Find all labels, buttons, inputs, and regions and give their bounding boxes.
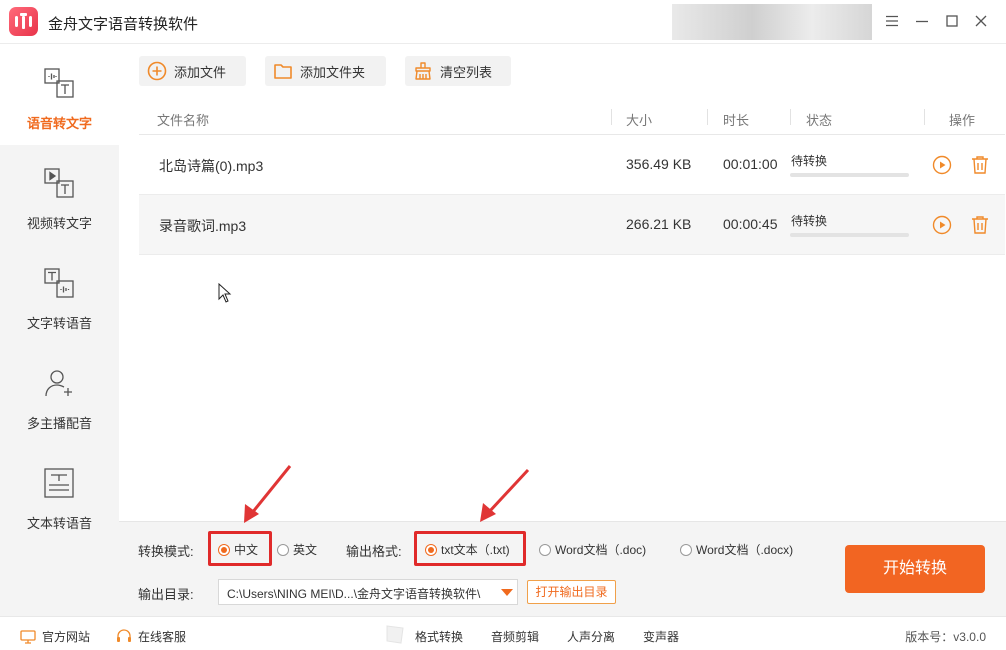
file-name: 北岛诗篇(0).mp3: [159, 158, 264, 174]
footer-link-label: 格式转换: [415, 630, 464, 644]
mode-label: 转换模式:: [138, 544, 194, 559]
sidebar-item-audio-to-text[interactable]: 语音转文字: [0, 45, 119, 145]
file-table-header: 文件名称 大小 时长 状态 操作: [139, 100, 1005, 135]
format-option-label: Word文档（.docx): [696, 543, 794, 557]
radio-dot-icon: [539, 543, 551, 556]
app-title: 金舟文字语音转换软件: [48, 16, 199, 33]
mouse-cursor-icon: [218, 283, 232, 303]
start-convert-button[interactable]: 开始转换: [845, 545, 985, 593]
footer-link-voice-changer[interactable]: 变声器: [643, 628, 679, 645]
online-support-link[interactable]: 在线客服: [116, 628, 186, 645]
website-label: 官方网站: [42, 630, 91, 644]
sidebar-item-document-to-audio[interactable]: 文本转语音: [0, 445, 119, 545]
annotation-arrow-line: [487, 468, 530, 514]
audio-to-text-icon: [43, 67, 75, 99]
radio-dot-icon: [680, 543, 692, 556]
delete-icon[interactable]: [971, 155, 989, 178]
delete-icon[interactable]: [971, 215, 989, 238]
file-size: 356.49 KB: [626, 156, 692, 172]
column-header-status: 状态: [806, 113, 833, 128]
column-divider: [924, 109, 925, 125]
app-logo-icon: [9, 7, 38, 36]
text-to-audio-icon: [43, 267, 75, 299]
footer-link-label: 变声器: [643, 630, 680, 644]
dropdown-arrow-icon[interactable]: [501, 589, 513, 596]
add-file-label: 添加文件: [174, 64, 227, 80]
headset-icon: [117, 629, 131, 642]
minimize-icon[interactable]: [911, 10, 933, 32]
sidebar: 语音转文字 视频转文字 文字转语音 多主播配音 文本转语音: [0, 45, 119, 616]
column-divider: [790, 109, 791, 125]
column-header-name: 文件名称: [157, 113, 210, 128]
play-icon[interactable]: [932, 215, 952, 238]
play-icon[interactable]: [932, 155, 952, 178]
support-label: 在线客服: [138, 630, 187, 644]
mode-option-label: 英文: [293, 543, 318, 557]
output-dir-select[interactable]: C:\Users\NING MEI\D...\金舟文字语音转换软件\: [218, 579, 518, 605]
column-divider: [611, 109, 612, 125]
sidebar-item-label: 视频转文字: [26, 216, 92, 231]
column-divider: [707, 109, 708, 125]
sidebar-item-label: 多主播配音: [26, 416, 92, 431]
file-duration: 00:01:00: [723, 156, 778, 172]
close-icon[interactable]: [970, 10, 992, 32]
footer-link-label: 人声分离: [567, 630, 616, 644]
version-label: 版本号：v3.0.0: [905, 630, 986, 644]
table-row[interactable]: 录音歌词.mp3 266.21 KB 00:00:45 待转换: [139, 195, 1005, 255]
column-header-size: 大小: [626, 113, 653, 128]
file-duration: 00:00:45: [723, 216, 778, 232]
add-circle-icon: [147, 61, 167, 81]
broom-icon: [415, 62, 431, 80]
sidebar-item-label: 文字转语音: [26, 316, 92, 331]
blurred-account-area: [672, 4, 872, 40]
highlight-box: [208, 531, 272, 566]
maximize-icon[interactable]: [941, 10, 963, 32]
format-label: 输出格式:: [346, 544, 402, 559]
clear-list-button[interactable]: 清空列表: [405, 56, 511, 86]
column-header-actions: 操作: [949, 113, 976, 128]
file-size: 266.21 KB: [626, 216, 692, 232]
watermark-logo-icon: [386, 625, 404, 644]
output-dir-label: 输出目录:: [138, 587, 194, 602]
menu-icon[interactable]: [881, 10, 903, 32]
annotation-arrow-line: [250, 465, 292, 514]
sidebar-item-video-to-text[interactable]: 视频转文字: [0, 145, 119, 245]
format-radio-docx[interactable]: Word文档（.docx): [680, 541, 793, 558]
multi-voice-icon: [43, 367, 75, 399]
sidebar-item-multi-voice[interactable]: 多主播配音: [0, 345, 119, 445]
table-row[interactable]: 北岛诗篇(0).mp3 356.49 KB 00:01:00 待转换: [139, 135, 1005, 195]
conversion-progress-bar: [790, 233, 909, 237]
add-folder-label: 添加文件夹: [300, 64, 366, 80]
document-to-audio-icon: [43, 467, 75, 499]
monitor-icon: [20, 629, 36, 644]
footer: 官方网站 在线客服 格式转换 音频剪辑 人声分离 变声器 版本号：v3.0.0: [0, 616, 1006, 650]
folder-icon: [274, 64, 292, 79]
format-radio-doc[interactable]: Word文档（.doc): [539, 541, 646, 558]
format-option-label: Word文档（.doc): [555, 543, 647, 557]
mode-radio-english[interactable]: 英文: [277, 541, 317, 558]
file-status: 待转换: [791, 154, 828, 168]
sidebar-item-label: 语音转文字: [26, 116, 92, 131]
radio-dot-icon: [277, 543, 289, 556]
sidebar-item-text-to-audio[interactable]: 文字转语音: [0, 245, 119, 345]
file-name: 录音歌词.mp3: [159, 218, 247, 234]
file-status: 待转换: [791, 214, 828, 228]
column-header-duration: 时长: [723, 113, 750, 128]
conversion-progress-bar: [790, 173, 909, 177]
add-file-button[interactable]: 添加文件: [139, 56, 246, 86]
footer-link-format-convert[interactable]: 格式转换: [415, 628, 463, 645]
highlight-box: [414, 531, 526, 566]
footer-link-audio-edit[interactable]: 音频剪辑: [491, 628, 539, 645]
title-bar: 金舟文字语音转换软件: [0, 0, 1006, 44]
open-output-dir-button[interactable]: 打开输出目录: [527, 580, 616, 604]
footer-link-vocal-separation[interactable]: 人声分离: [567, 628, 615, 645]
sidebar-item-label: 文本转语音: [26, 516, 92, 531]
annotation-arrowhead: [480, 503, 496, 522]
footer-link-label: 音频剪辑: [491, 630, 540, 644]
official-website-link[interactable]: 官方网站: [20, 628, 90, 645]
add-folder-button[interactable]: 添加文件夹: [265, 56, 386, 86]
video-to-text-icon: [43, 167, 75, 199]
clear-list-label: 清空列表: [440, 64, 493, 80]
